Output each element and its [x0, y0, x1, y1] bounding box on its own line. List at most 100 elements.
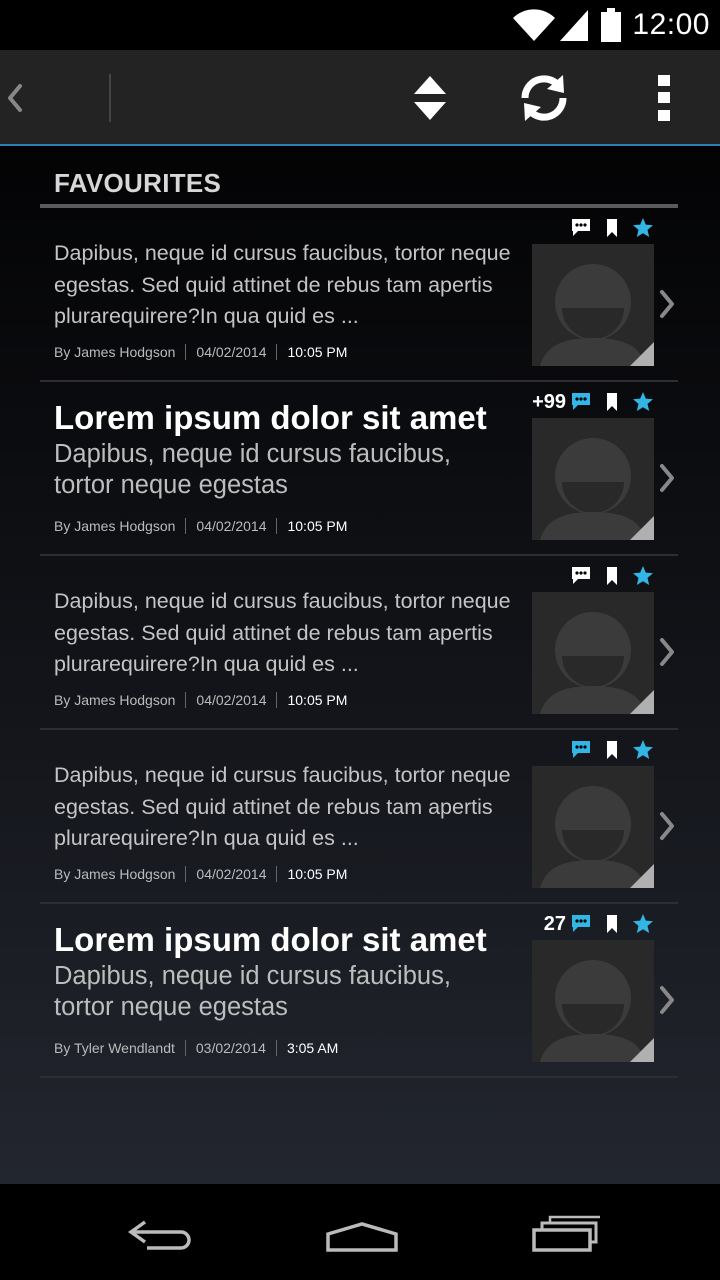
comment-count: 27 [543, 912, 566, 935]
list-item[interactable]: Dapibus, neque id cursus faucibus, torto… [40, 556, 678, 730]
star-icon[interactable] [632, 739, 654, 761]
bookmark-icon[interactable] [606, 740, 618, 760]
item-author: By James Hodgson [54, 344, 176, 360]
recent-apps-button[interactable] [516, 1204, 616, 1264]
wifi-icon [513, 9, 556, 41]
meta-separator [185, 344, 187, 360]
item-text: Dapibus, neque id cursus faucibus, torto… [54, 760, 514, 855]
refresh-icon [521, 75, 567, 121]
sort-icon [414, 76, 446, 120]
item-time: 10:05 PM [287, 518, 348, 534]
item-meta: By Tyler Wendlandt 03/02/2014 3:05 AM [54, 1040, 338, 1056]
item-text: Dapibus, neque id cursus faucibus, torto… [54, 586, 514, 681]
item-date: 04/02/2014 [196, 866, 267, 882]
item-author: By Tyler Wendlandt [54, 1040, 175, 1056]
item-time: 3:05 AM [286, 1040, 339, 1056]
meta-separator [276, 518, 278, 534]
home-nav-icon [326, 1222, 398, 1252]
chevron-right-icon [660, 812, 674, 840]
comment-icon[interactable] [570, 392, 592, 412]
item-author: By James Hodgson [54, 866, 176, 882]
item-date: 04/02/2014 [196, 518, 267, 534]
meta-separator [184, 1040, 186, 1056]
meta-separator [185, 518, 187, 534]
status-bar: 12:00 [0, 0, 720, 50]
overflow-menu-button[interactable] [634, 68, 694, 128]
back-button[interactable] [2, 78, 26, 118]
item-thumbnail[interactable] [532, 940, 654, 1062]
chevron-right-icon [660, 638, 674, 666]
comment-icon[interactable] [570, 914, 592, 934]
navigation-bar [0, 1184, 720, 1280]
item-thumbnail[interactable] [532, 592, 654, 714]
item-date: 03/02/2014 [195, 1040, 266, 1056]
list-item[interactable]: Lorem ipsum dolor sit amet Dapibus, nequ… [40, 904, 678, 1078]
item-meta: By James Hodgson 04/02/2014 10:05 PM [54, 518, 347, 534]
sort-button[interactable] [400, 68, 460, 128]
star-icon[interactable] [632, 565, 654, 587]
avatar-placeholder [532, 418, 654, 540]
back-icon [8, 84, 22, 112]
item-action-icons [556, 738, 654, 762]
item-action-icons [556, 564, 654, 588]
home-nav-button[interactable] [312, 1204, 412, 1264]
item-action-icons: 27 [544, 912, 654, 936]
meta-separator [276, 692, 278, 708]
bookmark-icon[interactable] [606, 914, 618, 934]
item-meta: By James Hodgson 04/02/2014 10:05 PM [54, 344, 347, 360]
action-bar [0, 50, 720, 146]
avatar-placeholder [532, 940, 654, 1062]
comment-icon[interactable] [570, 740, 592, 760]
item-author: By James Hodgson [54, 518, 176, 534]
item-thumbnail[interactable] [532, 244, 654, 366]
item-chevron [656, 458, 678, 498]
item-summary: Dapibus, neque id cursus faucibus, torto… [54, 589, 511, 676]
back-nav-icon [127, 1220, 191, 1250]
star-icon[interactable] [632, 391, 654, 413]
bookmark-icon[interactable] [606, 566, 618, 586]
item-summary: Dapibus, neque id cursus faucibus, torto… [54, 241, 511, 328]
item-text: Lorem ipsum dolor sit amet Dapibus, nequ… [54, 922, 514, 1023]
action-bar-divider [109, 74, 111, 122]
item-summary: Dapibus, neque id cursus faucibus, torto… [54, 763, 511, 850]
item-time: 10:05 PM [287, 344, 348, 360]
comment-count: +99 [532, 390, 566, 413]
list-item[interactable]: Dapibus, neque id cursus faucibus, torto… [40, 730, 678, 904]
comment-icon[interactable] [570, 218, 592, 238]
item-headline: Lorem ipsum dolor sit amet [54, 399, 487, 436]
bookmark-icon[interactable] [606, 218, 618, 238]
item-date: 04/02/2014 [196, 344, 267, 360]
star-icon[interactable] [632, 913, 654, 935]
item-chevron [656, 632, 678, 672]
item-action-icons [556, 216, 654, 240]
item-date: 04/02/2014 [196, 692, 267, 708]
avatar-placeholder [532, 244, 654, 366]
bookmark-icon[interactable] [606, 392, 618, 412]
refresh-button[interactable] [514, 68, 574, 128]
signal-icon [560, 10, 589, 41]
recent-apps-icon [532, 1215, 600, 1252]
back-nav-button[interactable] [110, 1204, 210, 1264]
list-item[interactable]: Dapibus, neque id cursus faucibus, torto… [40, 208, 678, 382]
item-chevron [656, 806, 678, 846]
item-meta: By James Hodgson 04/02/2014 10:05 PM [54, 692, 347, 708]
comment-icon[interactable] [570, 566, 592, 586]
item-meta: By James Hodgson 04/02/2014 10:05 PM [54, 866, 347, 882]
status-time: 12:00 [632, 8, 710, 41]
item-thumbnail[interactable] [532, 418, 654, 540]
item-chevron [656, 980, 678, 1020]
meta-separator [185, 866, 187, 882]
item-thumbnail[interactable] [532, 766, 654, 888]
item-time: 10:05 PM [287, 692, 348, 708]
item-time: 10:05 PM [287, 866, 348, 882]
chevron-right-icon [660, 986, 674, 1014]
avatar-placeholder [532, 592, 654, 714]
chevron-right-icon [660, 464, 674, 492]
item-subhead: Dapibus, neque id cursus faucibus, torto… [54, 440, 451, 499]
star-icon[interactable] [632, 217, 654, 239]
meta-separator [276, 344, 278, 360]
item-author: By James Hodgson [54, 692, 176, 708]
list-item[interactable]: Lorem ipsum dolor sit amet Dapibus, nequ… [40, 382, 678, 556]
section-title: FAVOURITES [54, 168, 222, 198]
avatar-placeholder [532, 766, 654, 888]
